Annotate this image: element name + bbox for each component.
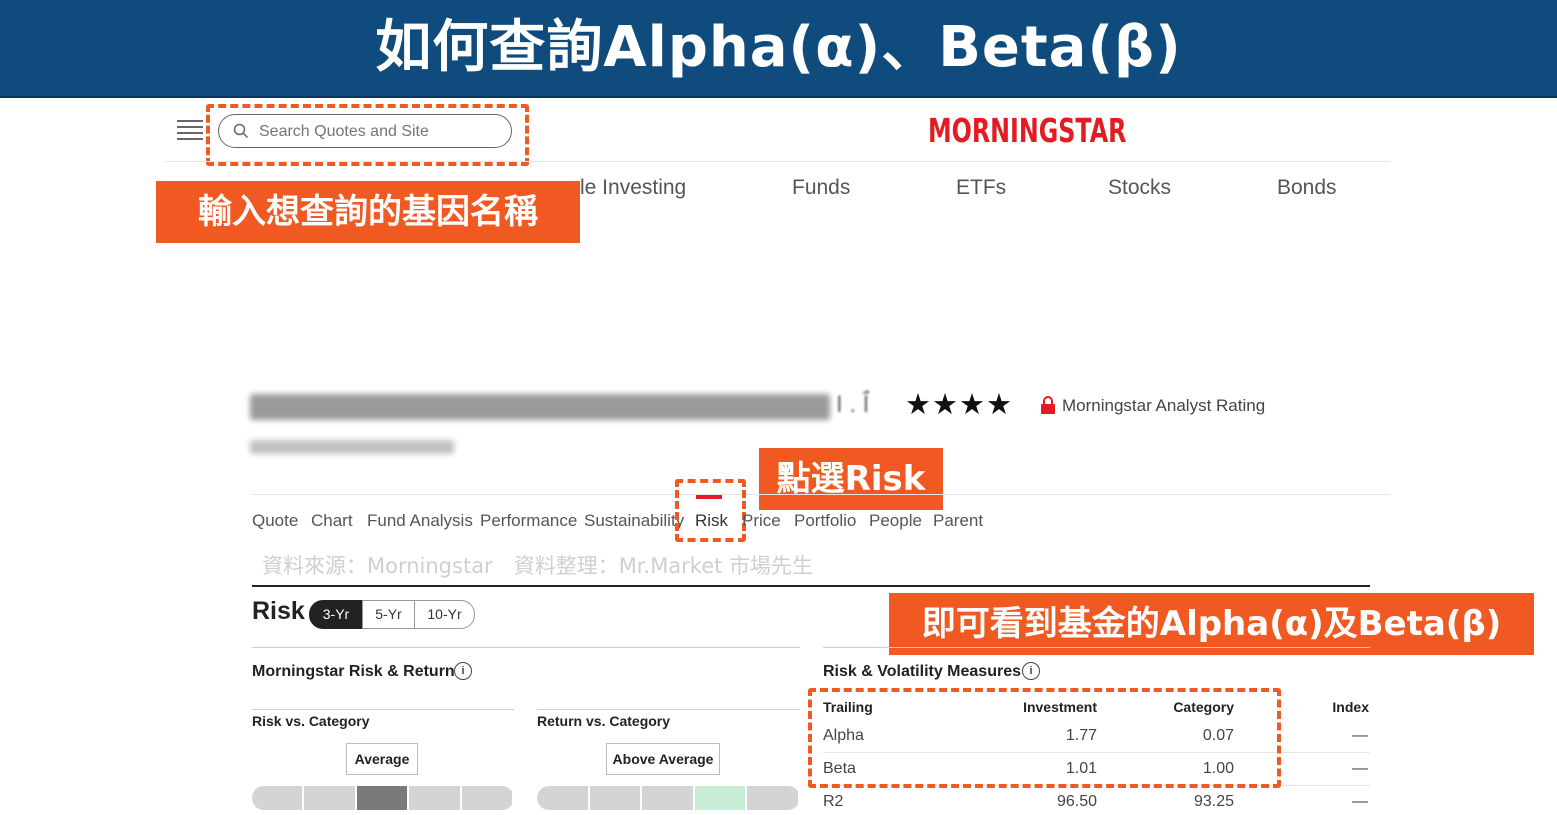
level-segment [304, 786, 355, 810]
tab-people[interactable]: People [869, 511, 922, 531]
result-tip-callout: 即可看到基金的Alpha(α)及Beta(β) [889, 593, 1534, 655]
measures-title: Risk & Volatility Measures [823, 663, 1021, 680]
left-section-divider [252, 647, 800, 648]
fund-ticker-blurred [250, 440, 454, 454]
level-segment [747, 786, 798, 810]
tab-fund-analysis[interactable]: Fund Analysis [367, 511, 473, 531]
level-segment [694, 786, 746, 810]
right-section-divider [823, 647, 1370, 648]
tab-portfolio[interactable]: Portfolio [794, 511, 856, 531]
period-3yr-button[interactable]: 3-Yr [309, 600, 363, 629]
source-caption: 資料來源：Morningstar 資料整理：Mr.Market 市場先生 [262, 554, 814, 578]
tab-parent[interactable]: Parent [933, 511, 983, 531]
tabs-divider [252, 494, 1390, 495]
risk-label-divider [252, 709, 514, 710]
risk-section-divider [252, 585, 1370, 587]
level-segment [537, 786, 588, 810]
risk-level-bar [252, 786, 514, 810]
level-segment [409, 786, 460, 810]
risk-vs-category-label: Risk vs. Category [252, 713, 370, 729]
banner-title: 如何查詢Alpha(α)、Beta(β) [375, 15, 1182, 80]
search-highlight-box [206, 104, 529, 166]
nav-item-bonds[interactable]: Bonds [1277, 176, 1337, 200]
lock-icon [1041, 396, 1055, 414]
header-divider [165, 161, 1390, 162]
level-segment [642, 786, 693, 810]
return-vs-category-label: Return vs. Category [537, 713, 671, 729]
morningstar-logo[interactable]: MORNINGSTAR [928, 108, 1126, 154]
risk-highlight-box [675, 479, 746, 542]
risk-return-info-icon[interactable]: i [454, 662, 472, 680]
fund-name-suffix: I . Ī́ [836, 391, 870, 418]
search-tip-callout: 輸入想查詢的基因名稱 [156, 181, 580, 243]
tab-chart[interactable]: Chart [311, 511, 353, 531]
risk-section-title: Risk [252, 597, 305, 625]
return-value-callout: Above Average [606, 743, 720, 775]
nav-item-etfs[interactable]: ETFs [956, 176, 1006, 200]
period-5yr-button[interactable]: 5-Yr [362, 600, 415, 629]
row-r2-label: R2 [823, 793, 844, 810]
return-label-divider [537, 709, 800, 710]
level-segment [356, 786, 408, 810]
measures-info-icon[interactable]: i [1022, 662, 1040, 680]
tab-quote[interactable]: Quote [252, 511, 298, 531]
analyst-rating-label[interactable]: Morningstar Analyst Rating [1062, 396, 1265, 416]
nav-item-responsible-investing[interactable]: le Investing [580, 176, 686, 200]
fund-name-blurred [250, 394, 830, 420]
tab-performance[interactable]: Performance [480, 511, 577, 531]
tab-sustainability[interactable]: Sustainability [584, 511, 684, 531]
header-index: Index [1332, 699, 1369, 715]
tab-price[interactable]: Price [742, 511, 781, 531]
return-level-bar [537, 786, 800, 810]
row-r2-index: — [1352, 793, 1368, 810]
risk-tip-callout: 點選Risk [759, 448, 943, 510]
row-r2-investment: 96.50 [1056, 793, 1097, 810]
risk-return-title: Morningstar Risk & Return [252, 663, 455, 680]
fund-star-rating: ★★★★ [905, 389, 1013, 421]
risk-value-callout: Average [346, 743, 418, 775]
row-alpha-index: — [1352, 727, 1368, 744]
level-segment [589, 786, 641, 810]
row-beta-index: — [1352, 760, 1368, 777]
row-r2-category: 93.25 [1193, 793, 1234, 810]
nav-item-stocks[interactable]: Stocks [1108, 176, 1171, 200]
period-10yr-button[interactable]: 10-Yr [414, 600, 475, 629]
level-segment [252, 786, 303, 810]
nav-item-funds[interactable]: Funds [792, 176, 850, 200]
period-selector: 3-Yr 5-Yr 10-Yr [309, 600, 475, 629]
hamburger-menu-icon[interactable] [177, 118, 203, 142]
level-segment [461, 786, 512, 810]
alpha-beta-highlight-box [808, 688, 1281, 788]
